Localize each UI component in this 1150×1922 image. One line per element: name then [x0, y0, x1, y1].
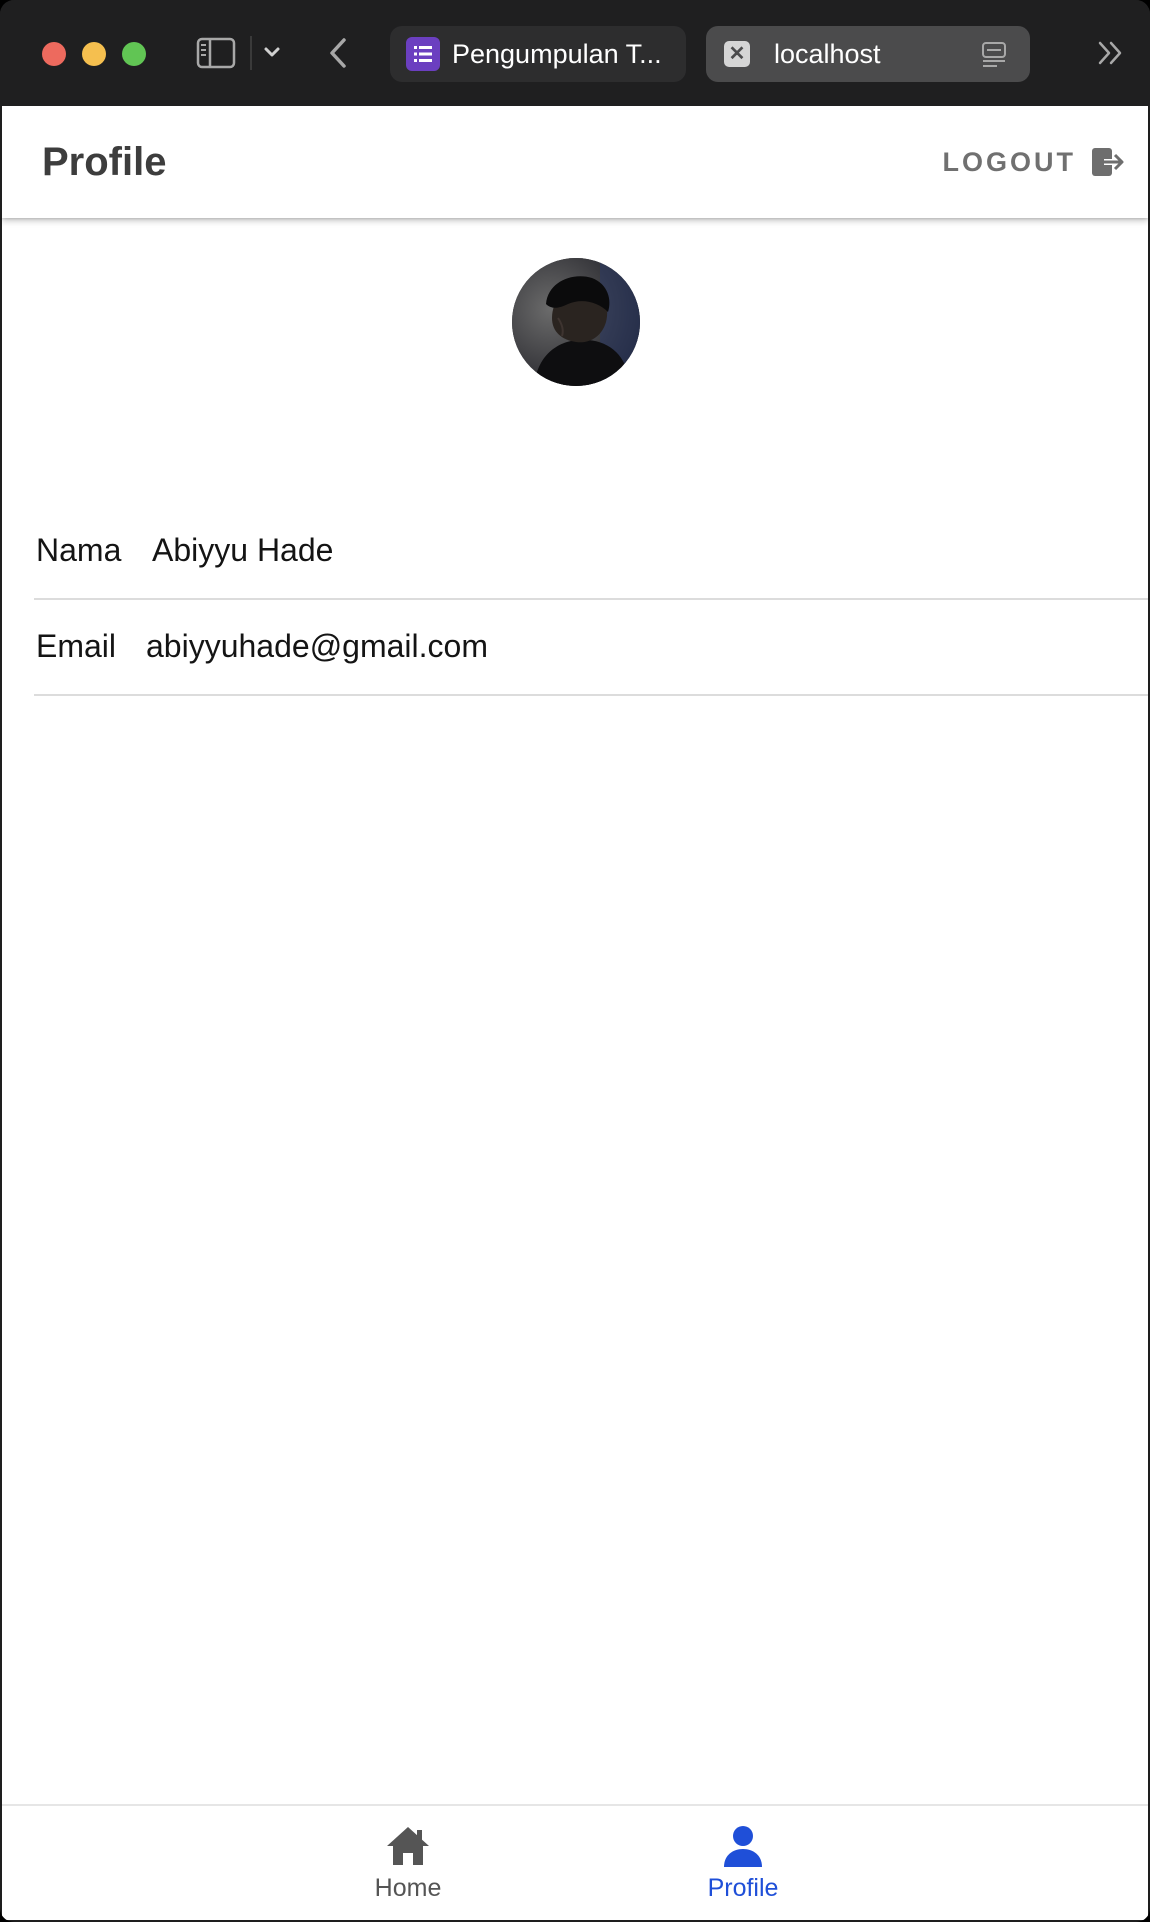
browser-window: Pengumpulan T... ✕ localhost Profile LOG…	[0, 0, 1150, 1922]
minimize-window-button[interactable]	[82, 42, 106, 66]
back-arrow-icon[interactable]	[326, 36, 350, 70]
chevron-down-icon[interactable]	[262, 42, 282, 62]
double-chevron-right-icon[interactable]	[1094, 38, 1126, 68]
nav-item-profile[interactable]: Profile	[643, 1806, 843, 1920]
logout-icon	[1092, 148, 1124, 176]
reader-mode-icon[interactable]	[980, 40, 1008, 68]
nav-item-home[interactable]: Home	[308, 1806, 508, 1920]
avatar	[512, 258, 640, 386]
tab-title: Pengumpulan T...	[452, 38, 662, 69]
page-viewport: Profile LOGOUT Nama Abiyyu Hade Email ab…	[2, 106, 1148, 1920]
browser-tab[interactable]: Pengumpulan T...	[390, 26, 686, 82]
profile-email-row: Email abiyyuhade@gmail.com	[34, 600, 1148, 696]
browser-titlebar: Pengumpulan T... ✕ localhost	[0, 0, 1150, 106]
person-icon	[724, 1826, 762, 1867]
field-value: Abiyyu Hade	[152, 532, 334, 568]
home-icon	[387, 1827, 429, 1865]
logout-label: LOGOUT	[942, 146, 1076, 177]
bottom-navigation: Home Profile	[2, 1804, 1148, 1920]
field-value: abiyyuhade@gmail.com	[146, 628, 488, 664]
profile-name-row: Nama Abiyyu Hade	[34, 504, 1148, 600]
sidebar-toggle-icon[interactable]	[196, 36, 236, 70]
browser-tab-active[interactable]: ✕ localhost	[706, 26, 1030, 82]
close-window-button[interactable]	[42, 42, 66, 66]
field-label: Nama	[36, 532, 122, 568]
field-label: Email	[36, 628, 117, 664]
forms-list-icon	[406, 37, 440, 71]
logout-button[interactable]: LOGOUT	[943, 134, 1127, 190]
zoom-window-button[interactable]	[122, 42, 146, 66]
nav-label: Home	[374, 1874, 442, 1902]
toolbar-divider	[250, 36, 252, 70]
tab-title: localhost	[774, 38, 881, 69]
close-x-icon: ✕	[724, 41, 750, 67]
nav-label: Profile	[707, 1874, 779, 1902]
app-bar: Profile LOGOUT	[2, 106, 1148, 218]
page-title: Profile	[42, 140, 167, 184]
